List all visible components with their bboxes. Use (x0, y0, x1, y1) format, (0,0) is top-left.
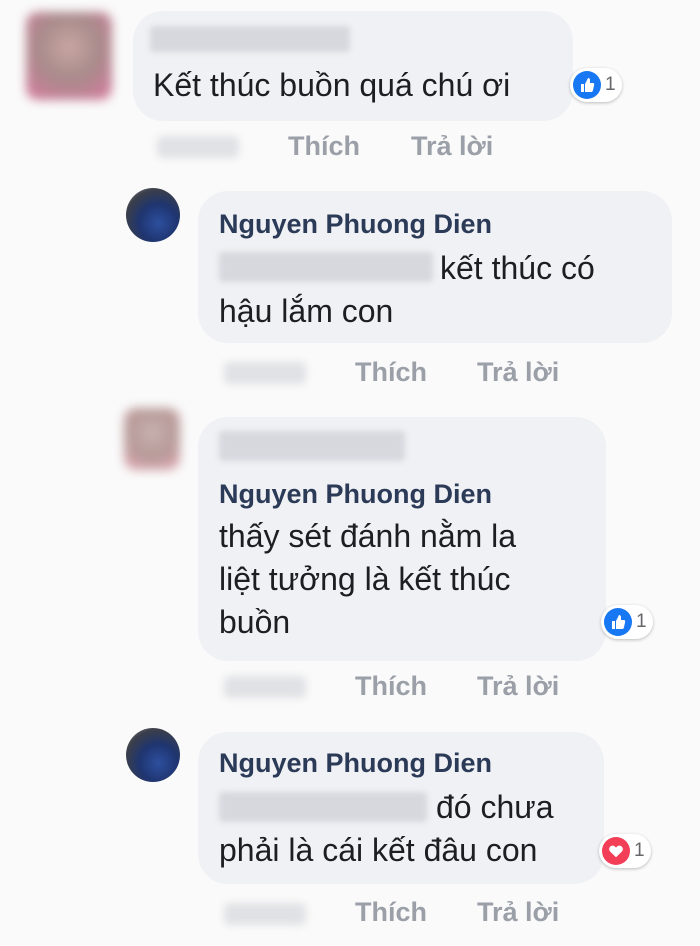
like-link[interactable]: Thích (355, 897, 427, 928)
author-name[interactable]: Nguyen Phuong Dien (219, 748, 492, 779)
reply-link[interactable]: Trả lời (411, 131, 493, 162)
timestamp (224, 362, 306, 384)
timestamp (224, 903, 306, 925)
like-link[interactable]: Thích (355, 671, 427, 702)
timestamp (224, 676, 306, 698)
redacted-author-name (219, 431, 405, 461)
comment-text-line-2: hậu lắm con (219, 293, 394, 329)
reply-link[interactable]: Trả lời (477, 671, 559, 702)
timestamp (157, 136, 239, 158)
love-icon (602, 837, 630, 865)
reply-link[interactable]: Trả lời (477, 357, 559, 388)
reaction-badge[interactable]: 1 (599, 834, 651, 868)
author-name[interactable]: Nguyen Phuong Dien (219, 209, 492, 240)
avatar[interactable] (124, 408, 180, 470)
reaction-count: 1 (605, 74, 616, 95)
redacted-mention (219, 252, 433, 282)
comment-text: Kết thúc buồn quá chú ơi (153, 67, 511, 103)
like-icon (604, 608, 632, 636)
avatar[interactable] (26, 12, 112, 100)
comment-text-line-2: liệt tưởng là kết thúc (219, 561, 511, 597)
like-link[interactable]: Thích (355, 357, 427, 388)
avatar[interactable] (126, 188, 180, 242)
comment-text-line-3: buồn (219, 604, 291, 640)
like-link[interactable]: Thích (288, 131, 360, 162)
reaction-badge[interactable]: 1 (601, 605, 653, 639)
comment-text-line-2: phải là cái kết đâu con (219, 832, 538, 868)
mention-name[interactable]: Nguyen Phuong Dien (219, 479, 492, 510)
comment-text-line-1: thấy sét đánh nằm la (219, 518, 517, 554)
reply-link[interactable]: Trả lời (477, 897, 559, 928)
redacted-mention (219, 792, 427, 822)
like-icon (573, 71, 601, 99)
redacted-author-name (150, 26, 350, 52)
reaction-count: 1 (634, 840, 645, 861)
reaction-badge[interactable]: 1 (570, 68, 622, 102)
reaction-count: 1 (636, 611, 647, 632)
avatar[interactable] (126, 728, 180, 782)
comment-text-line-1: kết thúc có (440, 250, 595, 286)
comment-thread: { "comments": [ { "author_label": "", "l… (0, 0, 700, 946)
comment-text-line-1: đó chưa (436, 789, 554, 825)
